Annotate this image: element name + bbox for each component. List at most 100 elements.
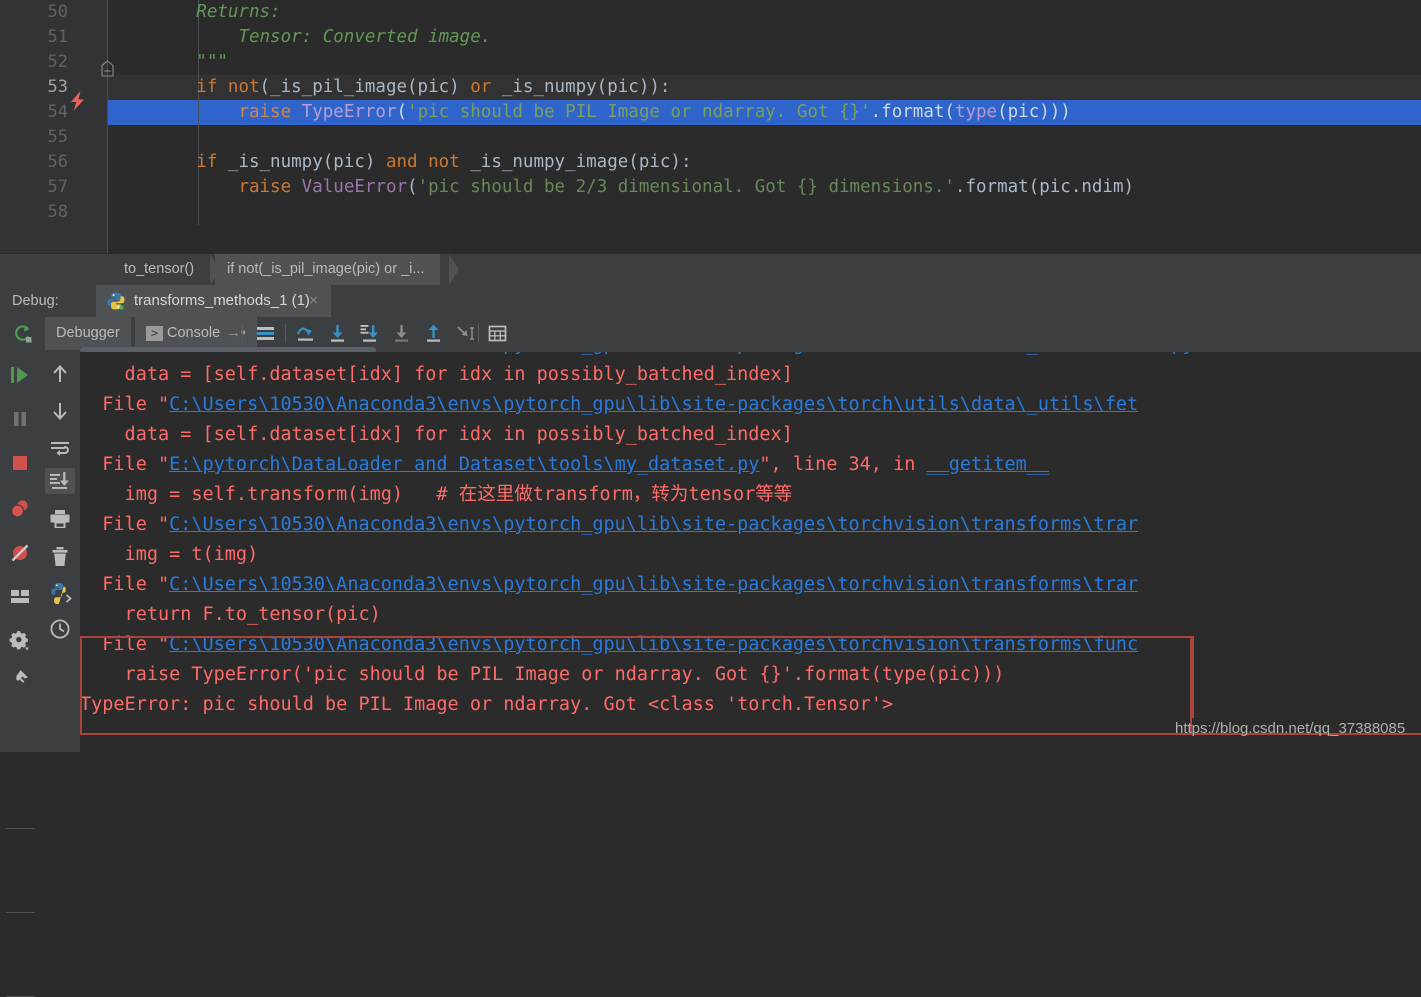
up-the-stack-icon[interactable] [47, 362, 73, 388]
indent-guide [198, 125, 199, 150]
stacktrace-file-link[interactable]: C:\Users\10530\Anaconda3\envs\pytorch_gp… [169, 634, 1138, 655]
evaluate-expression-icon[interactable] [487, 323, 508, 344]
pause-program-icon[interactable] [7, 406, 33, 432]
breadcrumb-item-to-tensor[interactable]: to_tensor() [112, 254, 210, 285]
console-line[interactable]: img = self.transform(img) # 在这里做transfor… [80, 480, 1421, 510]
code-fold-marker-icon[interactable] [101, 60, 114, 77]
code-line[interactable]: 57 raise ValueError('pic should be 2/3 d… [0, 175, 1421, 200]
soft-wrap-icon[interactable] [47, 436, 73, 462]
code-token: _is_numpy_image(pic): [459, 152, 692, 172]
console-line[interactable]: data = [self.dataset[idx] for idx in pos… [80, 360, 1421, 390]
code-token: if [196, 152, 218, 172]
console-line[interactable]: File "C:\Users\10530\Anaconda3\envs\pyto… [80, 390, 1421, 420]
stacktrace-file-link[interactable]: C:\Users\10530\Anaconda3\envs\pytorch_gp… [169, 394, 1138, 415]
toolbar-divider-3 [478, 324, 479, 343]
console-line[interactable]: File "C:\Users\10530\Anaconda3\envs\pyto… [80, 510, 1421, 540]
code-line[interactable]: 54 raise TypeError('pic should be PIL Im… [0, 100, 1421, 125]
stacktrace-file-link[interactable]: __getitem__ [927, 454, 1050, 475]
code-token: Returns: [112, 2, 281, 22]
code-text: raise ValueError('pic should be 2/3 dime… [112, 175, 1134, 200]
console-line[interactable]: return F.to_tensor(pic) [80, 600, 1421, 630]
run-to-cursor-icon[interactable] [455, 323, 476, 344]
smart-step-into-icon[interactable] [391, 323, 412, 344]
console-line[interactable]: File "E:\pytorch\DataLoader and Dataset\… [80, 450, 1421, 480]
code-token: raise [238, 177, 292, 197]
debug-session-tab[interactable]: transforms_methods_1 (1) × [96, 285, 331, 317]
down-the-stack-icon[interactable] [47, 398, 73, 424]
console-text: ", line 34, in [759, 454, 927, 475]
tab-console[interactable]: > Console →▪ [135, 317, 257, 350]
line-number: 51 [47, 27, 68, 47]
print-icon[interactable] [47, 506, 73, 532]
console-lines[interactable]: File "C:\Users\10530\Anaconda3\envs\pyto… [80, 352, 1421, 720]
stacktrace-file-link[interactable]: C:\Users\10530\Anaconda3\envs\pytorch_gp… [169, 352, 1194, 355]
scroll-to-end-icon[interactable] [47, 468, 73, 494]
console-line[interactable]: data = [self.dataset[idx] for idx in pos… [80, 420, 1421, 450]
console-line[interactable]: File "C:\Users\10530\Anaconda3\envs\pyto… [80, 352, 1421, 360]
tab-console-label: Console [167, 325, 221, 341]
code-line[interactable]: 53 if not(_is_pil_image(pic) or _is_nump… [0, 75, 1421, 100]
code-token: 'pic should be PIL Image or ndarray. Got… [407, 102, 871, 122]
console-line[interactable]: TypeError: pic should be PIL Image or nd… [80, 690, 1421, 720]
code-line[interactable]: 50 Returns: [0, 0, 1421, 25]
code-token: ( [396, 102, 408, 122]
code-token: .format(pic.ndim) [954, 177, 1135, 197]
line-number: 53 [47, 77, 68, 97]
show-all-frames-icon[interactable] [255, 323, 276, 344]
console-text: File " [80, 454, 170, 475]
console-line[interactable]: raise TypeError('pic should be PIL Image… [80, 660, 1421, 690]
stacktrace-file-link[interactable]: C:\Users\10530\Anaconda3\envs\pytorch_gp… [169, 514, 1138, 535]
python-icon [107, 292, 125, 310]
console-output[interactable]: File "C:\Users\10530\Anaconda3\envs\pyto… [80, 352, 1421, 752]
history-clock-icon[interactable] [47, 616, 73, 642]
code-token: ( [407, 177, 418, 197]
code-line[interactable]: 51 Tensor: Converted image. [0, 25, 1421, 50]
view-breakpoints-icon[interactable] [7, 496, 33, 522]
line-number: 55 [47, 127, 68, 147]
annotation-pointer-line [1192, 636, 1194, 718]
code-token: _is_numpy(pic) [217, 152, 386, 172]
restore-layout-icon[interactable] [7, 584, 33, 610]
stop-icon[interactable] [7, 450, 33, 476]
code-token: (pic))) [997, 102, 1071, 122]
line-number: 52 [47, 52, 68, 72]
tab-debugger[interactable]: Debugger [45, 317, 131, 350]
code-lines[interactable]: 50 Returns: 51 Tensor: Converted image. 52… [0, 0, 1421, 225]
code-token: TypeError [301, 102, 397, 122]
code-line[interactable]: 56 if _is_numpy(pic) and not _is_numpy_i… [0, 150, 1421, 175]
mute-breakpoints-icon[interactable] [7, 540, 33, 566]
console-line[interactable]: img = t(img) [80, 540, 1421, 570]
resume-program-icon[interactable] [7, 362, 33, 388]
console-actions-rail [41, 350, 80, 752]
breadcrumb-item-condition[interactable]: if not(_is_pil_image(pic) or _i... [215, 254, 441, 285]
step-over-icon[interactable] [295, 323, 316, 344]
step-out-icon[interactable] [423, 323, 444, 344]
console-text: data = [self.dataset[idx] for idx in pos… [80, 424, 793, 445]
python-console-icon[interactable] [47, 580, 73, 606]
step-into-icon[interactable] [327, 323, 348, 344]
code-token: Tensor: Converted image. [112, 27, 492, 47]
clear-all-trash-icon[interactable] [47, 544, 73, 570]
code-token: (_is_pil_image(pic) [259, 77, 471, 97]
code-line[interactable]: 55 [0, 125, 1421, 150]
code-token: if not [196, 77, 260, 97]
settings-gear-icon[interactable] [7, 628, 33, 654]
stacktrace-file-link[interactable]: E:\pytorch\DataLoader and Dataset\tools\… [169, 454, 759, 475]
code-line[interactable]: 58 [0, 200, 1421, 225]
close-icon[interactable]: × [306, 293, 321, 308]
console-prompt-icon: > [146, 325, 163, 341]
force-step-into-icon[interactable] [359, 323, 380, 344]
line-number: 56 [47, 152, 68, 172]
rerun-icon[interactable] [12, 323, 33, 344]
code-editor[interactable]: 50 Returns: 51 Tensor: Converted image. 52… [0, 0, 1421, 253]
console-line[interactable]: File "C:\Users\10530\Anaconda3\envs\pyto… [80, 630, 1421, 660]
console-text: File " [80, 634, 170, 655]
code-line[interactable]: 52 """ [0, 50, 1421, 75]
pin-tab-icon[interactable] [7, 666, 33, 692]
stacktrace-file-link[interactable]: C:\Users\10530\Anaconda3\envs\pytorch_gp… [169, 574, 1138, 595]
intention-bulb-bolt-icon[interactable] [68, 90, 88, 112]
console-line[interactable]: File "C:\Users\10530\Anaconda3\envs\pyto… [80, 570, 1421, 600]
